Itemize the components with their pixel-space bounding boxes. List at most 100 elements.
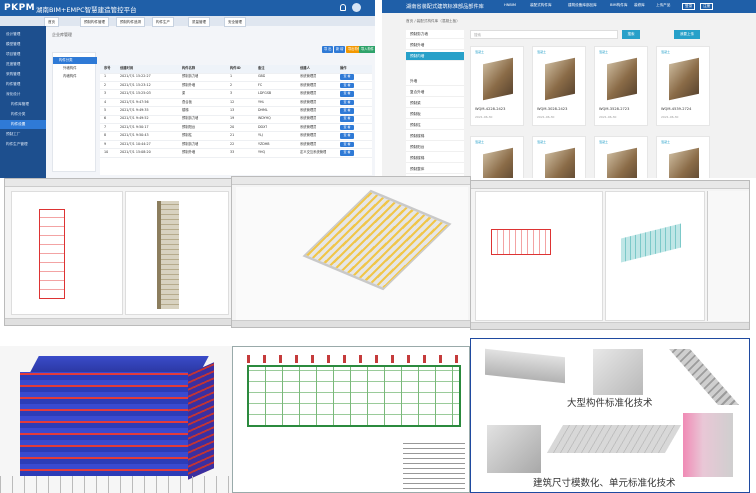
view-button[interactable]: 查 看	[340, 133, 354, 139]
table-row[interactable]: 2 2021/7/1 15:23:12 预制外墙 2 系统管理员 FC 查 看	[100, 82, 372, 91]
view-button[interactable]: 查 看	[340, 124, 354, 131]
component-card[interactable]: 混凝土 WQM-3528-2723 2021-06-30	[594, 46, 648, 126]
table-row[interactable]: 8 2021/7/1 9:50:43 预制柱 21 系统管理员 YLJ 查 看	[100, 132, 372, 141]
table-cell: 系统管理员	[300, 91, 317, 96]
card-tag: 混凝土	[537, 140, 547, 144]
table-cell: 预制外墙	[182, 82, 196, 87]
component-card[interactable]: 混凝土 WQM-3028-2423 2021-06-30	[532, 46, 586, 126]
component-card[interactable]: 混凝土	[656, 136, 710, 178]
category-item-0[interactable]: 预制剪力墙	[406, 30, 464, 39]
view-button[interactable]: 查 看	[340, 116, 354, 122]
building-bim-model	[0, 346, 232, 493]
location-label[interactable]: HNBIM	[504, 3, 516, 7]
category-item-8[interactable]: 预制楼梯	[406, 132, 464, 141]
table-cell: 2	[230, 82, 233, 87]
category-item-10[interactable]: 预制楼梯	[406, 154, 464, 163]
view-button[interactable]: 查 看	[340, 141, 354, 148]
category-item-3[interactable]: 外墙	[406, 77, 464, 86]
view-button[interactable]: 查 看	[340, 108, 354, 114]
table-cell: 10	[104, 150, 109, 154]
table-cell: 系统管理员	[300, 141, 317, 146]
sidebar-item-6[interactable]: 深化设计	[0, 90, 46, 99]
search-input[interactable]: 搜索	[470, 30, 618, 39]
category-item-6[interactable]: 预制板	[406, 110, 464, 119]
card-tag: 混凝土	[475, 50, 485, 54]
table-toolbar: 导 出新 增导出构件 导入构件	[0, 0, 375, 60]
precast-wall-component	[487, 425, 541, 473]
table-cell: 系统管理员	[300, 124, 317, 129]
view-button[interactable]: 查 看	[340, 74, 354, 80]
card-date: 2021-06-30	[661, 115, 679, 119]
sidebar-item-4[interactable]: 采购管理	[0, 70, 46, 79]
view-button[interactable]: 查 看	[340, 150, 354, 156]
component-card[interactable]: 混凝土 WQM-4539-2724 2021-06-30	[656, 46, 710, 126]
axis-markers	[247, 355, 461, 363]
category-item-2[interactable]: 预制内墙	[406, 52, 464, 61]
tree-node-1[interactable]: 外墙构件	[53, 65, 97, 72]
toolbar-button-1[interactable]: 新 增	[334, 46, 346, 53]
category-item-7[interactable]: 预制柱	[406, 121, 464, 130]
column-3d-model	[157, 201, 179, 309]
sidebar-item-10[interactable]: 预制工厂	[0, 130, 46, 139]
wall-3d-view	[605, 191, 705, 321]
table-cell: 预制外墙	[182, 150, 196, 154]
table-row[interactable]: 10 2021/7/1 15:08:20 预制外墙 33 定义交互系统管理 YHQ 查 看	[100, 149, 372, 158]
nav-item-3[interactable]: 装修库	[634, 3, 645, 8]
plan-notes	[403, 443, 465, 489]
sidebar-item-3[interactable]: 进度管理	[0, 60, 46, 69]
view-button[interactable]: 查 看	[340, 99, 354, 106]
table-row[interactable]: 7 2021/7/1 9:50:17 预制阳台 20 系统管理员 DDXT 查 看	[100, 124, 372, 133]
category-item-9[interactable]: 预制阳台	[406, 143, 464, 152]
nav-item-4[interactable]: 上传产品	[656, 3, 670, 8]
tree-node-2[interactable]: 内墙构件	[53, 73, 97, 80]
view-button[interactable]: 查 看	[340, 91, 354, 97]
nav-item-1[interactable]: 建筑设备库部品库	[568, 3, 597, 8]
beam-component	[485, 348, 565, 384]
viewer-toolbar	[5, 179, 231, 187]
viewer-statusbar	[232, 320, 470, 327]
category-item-4[interactable]: 复合外墙	[406, 88, 464, 97]
table-row[interactable]: 1 2021/7/1 15:22:27 预制剪力墙 1 系统管理员 GBD 查 看	[100, 73, 372, 82]
table-row[interactable]: 4 2021/7/1 9:47:56 叠合板 12 系统管理员 YHL 查 看	[100, 99, 372, 108]
table-cell: 2021/7/1 15:22:27	[120, 74, 151, 79]
nav-item-0[interactable]: 装配式构件库	[530, 3, 552, 8]
toolbar-button-0[interactable]: 导 出	[322, 46, 334, 53]
card-tag: 混凝土	[537, 50, 547, 54]
table-cell: GBD	[258, 74, 266, 79]
toolbar-button-3[interactable]: 导入构件	[359, 46, 375, 53]
component-card[interactable]: 混凝土	[594, 136, 648, 178]
component-card[interactable]: 混凝土 WQM-4228-2423 2021-06-30	[470, 46, 524, 126]
category-item-11[interactable]: 预制整体	[406, 165, 464, 174]
nav-item-2[interactable]: BIM构件库	[610, 3, 627, 8]
search-button[interactable]: 搜索	[622, 30, 640, 39]
component-card[interactable]: 混凝土	[532, 136, 586, 178]
table-row[interactable]: 3 2021/7/1 15:25:03 梁 3 系统管理员 LDFGSB 查 看	[100, 90, 372, 99]
table-cell: 13	[230, 108, 235, 112]
table-cell: FC	[258, 82, 263, 87]
card-name: WQM-3528-2723	[599, 107, 630, 111]
category-item-5[interactable]: 预制梁	[406, 99, 464, 108]
sidebar-item-11[interactable]: 构件生产管理	[0, 140, 46, 149]
caption-large-component: 大型构件标准化技术	[567, 398, 653, 409]
sidebar-item-7[interactable]: 构件库管理	[0, 100, 46, 109]
sidebar-item-9[interactable]: 构件设置	[0, 120, 46, 129]
table-cell: 33	[230, 150, 235, 154]
wall-panel-image	[483, 57, 513, 101]
table-row[interactable]: 6 2021/7/1 9:49:52 预制剪力墙 19 系统管理员 WDYHQ 查 看	[100, 115, 372, 124]
table-cell: 21	[230, 133, 235, 138]
wall-panel-image	[483, 147, 513, 178]
view-button[interactable]: 查 看	[340, 82, 354, 89]
nav-item-5[interactable]: 登录	[682, 3, 696, 10]
sidebar-item-8[interactable]: 构件分类	[0, 110, 46, 119]
card-date: 2021-06-30	[599, 115, 617, 119]
table-cell: 预制剪力墙	[182, 74, 199, 79]
table-row[interactable]: 9 2021/7/1 10:44:27 预制剪力墙 22 系统管理员 YZDHB 查 看	[100, 141, 372, 150]
upload-button[interactable]: 我要上传	[674, 30, 700, 39]
table-header-4: 备注	[258, 66, 265, 70]
category-item-1[interactable]: 预制外墙	[406, 41, 464, 50]
sidebar-item-5[interactable]: 构件管理	[0, 80, 46, 89]
table-row[interactable]: 5 2021/7/1 9:49:35 楼梯 13 系统管理员 DHML 查 看	[100, 107, 372, 116]
component-card[interactable]: 混凝土	[470, 136, 524, 178]
nav-item-6[interactable]: 注册	[700, 3, 714, 10]
room-module	[593, 349, 643, 395]
